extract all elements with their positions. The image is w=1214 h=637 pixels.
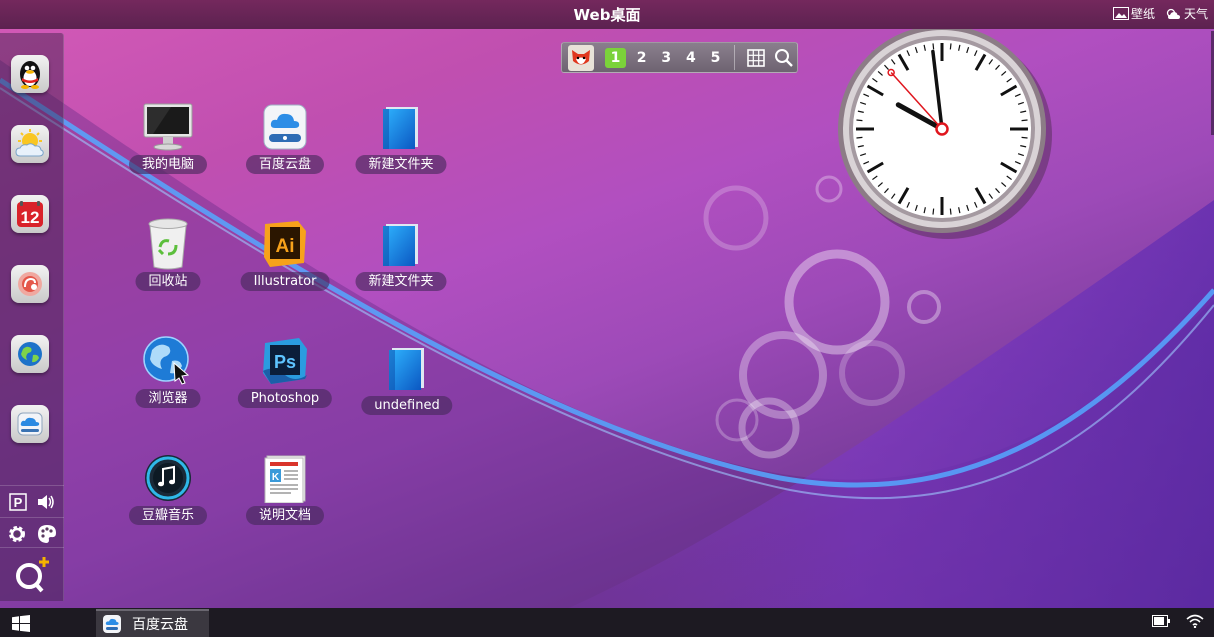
battery-icon[interactable] [1152, 615, 1170, 627]
illustrator-icon: Ai [256, 215, 314, 273]
document-icon: K [256, 449, 314, 507]
taskbar-item-label: 百度云盘 [132, 617, 188, 633]
photoshop-icon: Ps [256, 332, 314, 390]
music-player-icon [18, 272, 42, 296]
desktop-icon-label: 我的电脑 [128, 155, 208, 174]
analog-clock-widget[interactable] [836, 25, 1055, 240]
clock-minute-tick [856, 119, 863, 122]
desktop-icon-label: undefined [361, 396, 453, 415]
svg-text:Ai: Ai [276, 236, 295, 257]
desktop-icon-label: 百度云盘 [245, 155, 325, 174]
page-title: Web桌面 [573, 6, 641, 24]
desktop-icon-label: 回收站 [135, 272, 201, 291]
theme-palette-icon[interactable] [37, 524, 57, 544]
blue-folder-icon [372, 215, 430, 273]
blue-folder-icon [378, 339, 436, 397]
baidu-cloud-icon [103, 615, 121, 633]
clock-minute-tick [856, 136, 863, 139]
dock-app-qq[interactable] [11, 55, 49, 93]
baidu-cloud-icon [256, 98, 314, 156]
browser-globe-icon [18, 342, 42, 366]
clock-face [838, 25, 1052, 239]
pager-divider [733, 45, 735, 70]
dock-app-browser[interactable] [11, 335, 49, 373]
svg-text:12: 12 [21, 208, 40, 227]
taskbar-item-baidu-cloud[interactable]: 百度云盘 [96, 609, 209, 637]
svg-text:Ps: Ps [274, 352, 296, 372]
cloud-drive-icon [17, 412, 43, 436]
grid-icon [746, 48, 765, 67]
desktop-icon-label: Illustrator [240, 272, 330, 291]
top-bar: Web桌面 壁纸 天气 [0, 0, 1214, 29]
calendar-icon: 12 [17, 201, 43, 227]
gear-icon[interactable] [7, 524, 27, 544]
desktop-icon-label: 新建文件夹 [355, 272, 447, 291]
windows-logo-icon [12, 615, 30, 632]
wallpaper-label: 壁纸 [1130, 7, 1155, 21]
wallpaper-button[interactable]: 壁纸 [1112, 5, 1155, 22]
weather-cloud-icon [1166, 8, 1180, 19]
svg-text:K: K [272, 472, 280, 483]
left-dock: 12 P [0, 33, 64, 601]
weather-button[interactable]: 天气 [1165, 5, 1208, 22]
dock-app-cloud[interactable] [11, 405, 49, 443]
page-3-button[interactable]: 3 [654, 50, 679, 66]
qq-penguin-icon [20, 61, 40, 89]
computer-monitor-icon [139, 98, 197, 156]
taskbar: 百度云盘 [0, 608, 1214, 637]
clock-minute-tick [932, 208, 935, 215]
recycle-bin-icon [139, 215, 197, 273]
add-app-button[interactable] [0, 547, 64, 601]
blue-folder-icon [372, 98, 430, 156]
system-tray [1152, 614, 1204, 628]
desktop-icon-label: 浏览器 [135, 389, 201, 408]
desktop-icon-label: 豆瓣音乐 [128, 506, 208, 525]
search-button[interactable] [769, 48, 797, 67]
desktop-icon-label: 新建文件夹 [355, 155, 447, 174]
image-icon [1112, 7, 1129, 20]
volume-icon[interactable] [37, 494, 55, 510]
fox-avatar-icon [571, 49, 590, 64]
clock-minute-tick [949, 43, 952, 50]
clock-minute-tick [949, 208, 952, 215]
page-2-button[interactable]: 2 [629, 50, 654, 66]
browser-globe-icon [139, 332, 197, 390]
dock-app-weather[interactable] [11, 125, 49, 163]
page-1-button[interactable]: 1 [604, 47, 627, 68]
app-grid-button[interactable] [742, 48, 770, 67]
dock-app-music[interactable] [11, 265, 49, 303]
dock-app-calendar[interactable]: 12 [11, 195, 49, 233]
weather-label: 天气 [1183, 7, 1208, 21]
clock-minute-tick [932, 43, 935, 50]
svg-text:P: P [14, 495, 23, 510]
wifi-icon[interactable] [1186, 614, 1204, 628]
desktop-icon-label: 说明文档 [245, 506, 325, 525]
q-plus-icon [16, 556, 49, 592]
desktop-pager: 1 2 3 4 5 [561, 42, 798, 73]
pinned-app-icon[interactable]: P [9, 492, 27, 511]
search-icon [774, 49, 793, 67]
clock-minute-tick [1021, 119, 1028, 122]
music-note-icon [139, 449, 197, 507]
start-button[interactable] [12, 615, 30, 636]
page-5-button[interactable]: 5 [703, 50, 728, 66]
page-4-button[interactable]: 4 [679, 50, 704, 66]
user-avatar[interactable] [568, 44, 594, 71]
clock-minute-tick [1021, 136, 1028, 139]
weather-sun-cloud-icon [15, 129, 44, 157]
desktop-icon-label: Photoshop [237, 389, 333, 408]
